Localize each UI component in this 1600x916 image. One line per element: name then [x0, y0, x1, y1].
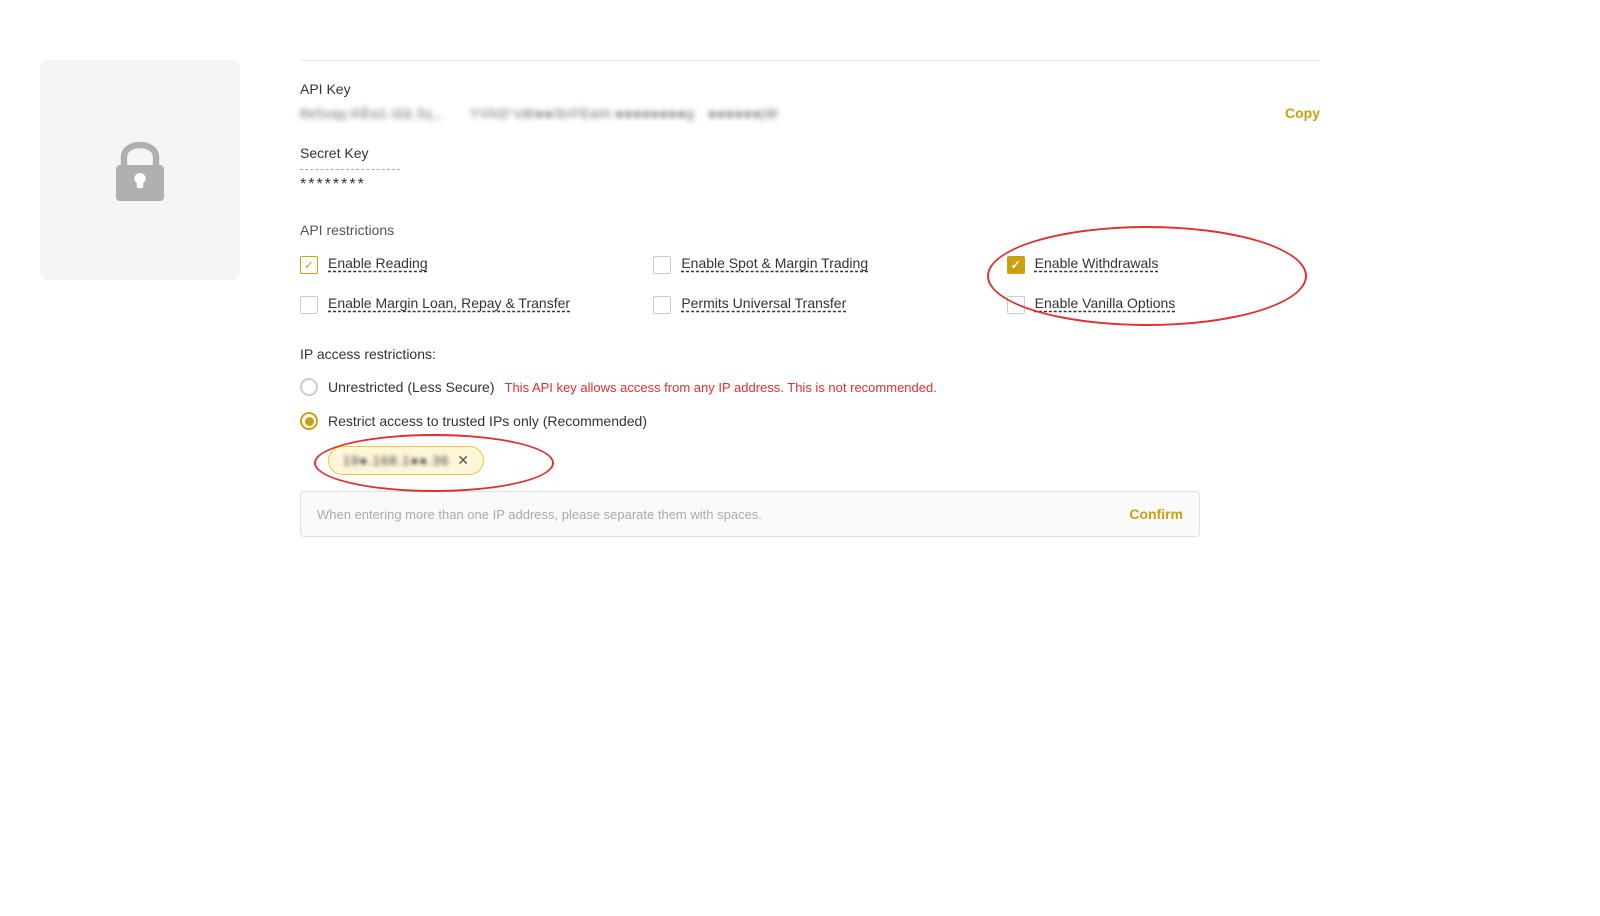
- checkbox-enable-spot-margin[interactable]: [653, 256, 671, 274]
- label-permits-universal: Permits Universal Transfer: [681, 294, 846, 314]
- api-key-label: API Key: [300, 81, 1320, 97]
- api-restrictions-section: API restrictions ✓ Enable Reading Enable…: [300, 222, 1320, 314]
- label-enable-reading: Enable Reading: [328, 254, 428, 274]
- checkbox-enable-withdrawals[interactable]: ✓: [1007, 256, 1025, 274]
- api-key-section: API Key 8e5xqy.KЁa1.I££.5ç,, YVhΩ°xW●●/b…: [300, 81, 1320, 121]
- checkbox-enable-margin-loan[interactable]: [300, 296, 318, 314]
- copy-button[interactable]: Copy: [1285, 105, 1320, 121]
- restriction-enable-margin-loan: Enable Margin Loan, Repay & Transfer: [300, 294, 613, 314]
- ip-tag-close-button[interactable]: ✕: [457, 452, 469, 469]
- restriction-enable-vanilla: Enable Vanilla Options: [1007, 294, 1320, 314]
- radio-unrestricted-circle[interactable]: [300, 378, 318, 396]
- ip-input-placeholder: When entering more than one IP address, …: [317, 507, 1129, 522]
- label-enable-margin-loan: Enable Margin Loan, Repay & Transfer: [328, 294, 570, 314]
- restrictions-grid: ✓ Enable Reading Enable Spot & Margin Tr…: [300, 254, 1320, 314]
- lock-icon: [100, 129, 180, 212]
- ip-tag: 19●.168.1●●.36 ✕: [328, 446, 484, 475]
- radio-restricted-dot: [305, 417, 314, 426]
- radio-restricted: Restrict access to trusted IPs only (Rec…: [300, 412, 1320, 430]
- ip-restrictions-section: IP access restrictions: Unrestricted (Le…: [300, 346, 1320, 537]
- ip-restrictions-title: IP access restrictions:: [300, 346, 1320, 362]
- checkbox-enable-vanilla[interactable]: [1007, 296, 1025, 314]
- checkbox-permits-universal[interactable]: [653, 296, 671, 314]
- checkbox-enable-reading[interactable]: ✓: [300, 256, 318, 274]
- restriction-enable-reading: ✓ Enable Reading: [300, 254, 613, 274]
- ip-tags-row: 19●.168.1●●.36 ✕: [328, 446, 1320, 475]
- ip-tag-value: 19●.168.1●●.36: [343, 453, 449, 468]
- secret-key-label: Secret Key: [300, 145, 1320, 161]
- checkmark-enable-withdrawals: ✓: [1011, 258, 1021, 272]
- secret-key-section: Secret Key ********: [300, 145, 1320, 194]
- restriction-permits-universal: Permits Universal Transfer: [653, 294, 966, 314]
- checkmark-enable-reading: ✓: [304, 258, 314, 272]
- label-restricted: Restrict access to trusted IPs only (Rec…: [328, 413, 647, 429]
- radio-restricted-circle[interactable]: [300, 412, 318, 430]
- label-unrestricted: Unrestricted (Less Secure): [328, 379, 495, 395]
- label-enable-vanilla: Enable Vanilla Options: [1035, 294, 1176, 314]
- api-restrictions-title: API restrictions: [300, 222, 1320, 238]
- confirm-button[interactable]: Confirm: [1129, 506, 1183, 522]
- label-enable-spot-margin: Enable Spot & Margin Trading: [681, 254, 868, 274]
- radio-unrestricted: Unrestricted (Less Secure) This API key …: [300, 378, 1320, 396]
- restriction-enable-spot-margin: Enable Spot & Margin Trading: [653, 254, 966, 274]
- lock-box: [40, 60, 240, 280]
- main-content: API Key 8e5xqy.KЁa1.I££.5ç,, YVhΩ°xW●●/b…: [280, 40, 1380, 876]
- top-divider: [300, 60, 1320, 61]
- label-enable-withdrawals: Enable Withdrawals: [1035, 254, 1159, 274]
- ip-input-row: When entering more than one IP address, …: [300, 491, 1200, 537]
- dashed-separator: [300, 169, 400, 170]
- sidebar: [0, 40, 280, 876]
- warning-unrestricted: This API key allows access from any IP a…: [505, 380, 937, 395]
- api-key-value: 8e5xqy.KЁa1.I££.5ç,, YVhΩ°xW●●/brFEwH.●●…: [300, 106, 1269, 121]
- restriction-enable-withdrawals: ✓ Enable Withdrawals: [1007, 254, 1320, 274]
- api-key-row: 8e5xqy.KЁa1.I££.5ç,, YVhΩ°xW●●/brFEwH.●●…: [300, 105, 1320, 121]
- secret-key-value: ********: [300, 176, 1320, 194]
